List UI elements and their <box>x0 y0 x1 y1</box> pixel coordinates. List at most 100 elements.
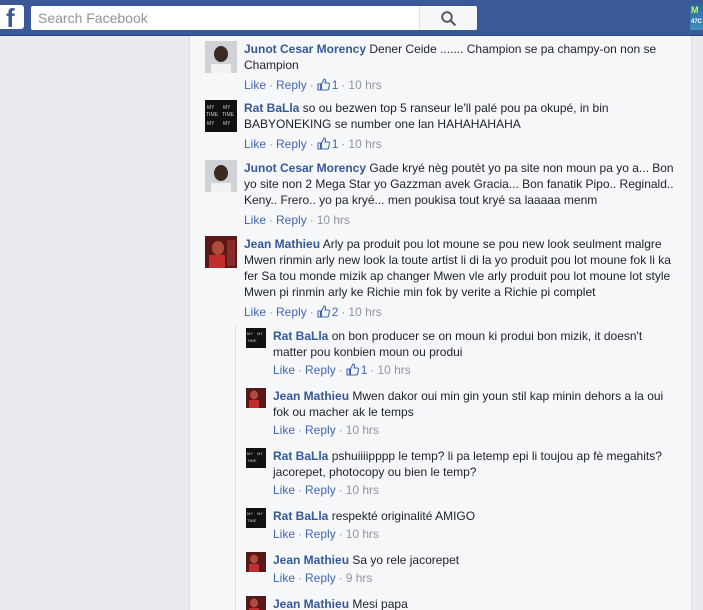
reply-time[interactable]: 10 hrs <box>346 483 379 497</box>
avatar[interactable]: MY MY TIME <box>246 448 266 468</box>
avatar[interactable] <box>205 41 237 73</box>
avatar[interactable]: MY MY TIME <box>246 508 266 528</box>
profile-photo-icon: MY MY TIME <box>246 328 266 348</box>
comment-body: Junot Cesar Morency Gade kryé nèg poutèt… <box>244 160 674 208</box>
svg-text:TIME: TIME <box>206 112 219 118</box>
comments-panel: Junot Cesar Morency Dener Ceide ....... … <box>189 36 692 610</box>
avatar[interactable] <box>246 596 266 610</box>
reply-body: Rat BaLla respekté originalité AMIGO <box>273 508 678 524</box>
reply-actions: Like · Reply · 10 hrs <box>273 423 380 437</box>
avatar[interactable]: MY MY TIME TIME MY MY <box>205 100 237 132</box>
avatar[interactable]: MY MY TIME <box>246 328 266 348</box>
comment-body: Rat BaLla so ou bezwen top 5 ranseur le'… <box>244 100 674 132</box>
avatar[interactable] <box>205 236 237 268</box>
profile-photo-icon <box>205 160 237 192</box>
reply: MY MY TIME Rat BaLla pshuiiiipppp le tem… <box>246 448 686 500</box>
reply: Jean Mathieu Mwen dakor oui min gin youn… <box>246 388 686 440</box>
svg-text:MY: MY <box>247 331 253 336</box>
comment-actions: Like · Reply · 1 · 10 hrs <box>244 137 382 151</box>
profile-photo-icon <box>246 552 266 572</box>
avatar[interactable] <box>246 388 266 408</box>
profile-photo-icon <box>205 236 237 268</box>
like-count[interactable]: 1 <box>317 78 338 92</box>
reply-link[interactable]: Reply <box>305 423 336 437</box>
avatar[interactable] <box>246 552 266 572</box>
thumbs-up-icon <box>346 363 359 376</box>
comment-author[interactable]: Rat BaLla <box>244 101 299 115</box>
reply-time[interactable]: 10 hrs <box>346 423 379 437</box>
reply-link[interactable]: Reply <box>305 363 336 377</box>
reply-link[interactable]: Reply <box>276 213 307 227</box>
reply-time[interactable]: 10 hrs <box>377 363 410 377</box>
profile-photo-icon <box>205 41 237 73</box>
reply-link[interactable]: Reply <box>276 78 307 92</box>
like-link[interactable]: Like <box>244 137 266 151</box>
comment: MY MY TIME TIME MY MY Rat BaLla so ou be… <box>205 100 685 156</box>
svg-text:TIME: TIME <box>247 338 257 343</box>
profile-photo-icon <box>246 388 266 408</box>
like-link[interactable]: Like <box>273 423 295 437</box>
comment-actions: Like · Reply · 1 · 10 hrs <box>244 78 382 92</box>
svg-text:TIME: TIME <box>222 112 235 118</box>
like-link[interactable]: Like <box>244 213 266 227</box>
search-button[interactable] <box>419 6 477 30</box>
facebook-logo[interactable]: f <box>0 3 24 33</box>
svg-text:MY: MY <box>257 331 263 336</box>
svg-text:TIME: TIME <box>247 518 257 523</box>
comment-time[interactable]: 10 hrs <box>348 78 381 92</box>
reply: MY MY TIME Rat BaLla on bon producer se … <box>246 328 686 380</box>
comment-author[interactable]: Junot Cesar Morency <box>244 161 366 175</box>
like-count[interactable]: 1 <box>317 137 338 151</box>
reply-time[interactable]: 9 hrs <box>346 571 373 585</box>
reply-link[interactable]: Reply <box>305 571 336 585</box>
comment: Junot Cesar Morency Gade kryé nèg poutèt… <box>205 160 685 232</box>
svg-text:MY: MY <box>257 511 263 516</box>
like-link[interactable]: Like <box>273 527 295 541</box>
reply-link[interactable]: Reply <box>276 137 307 151</box>
comment-time[interactable]: 10 hrs <box>317 213 350 227</box>
like-count[interactable]: 1 <box>346 363 367 377</box>
reply-link[interactable]: Reply <box>276 305 307 319</box>
like-link[interactable]: Like <box>273 571 295 585</box>
reply: MY MY TIME Rat BaLla respekté originalit… <box>246 508 686 544</box>
comment-time[interactable]: 10 hrs <box>348 137 381 151</box>
svg-text:TIME: TIME <box>247 458 257 463</box>
reply-author[interactable]: Jean Mathieu <box>273 597 349 610</box>
profile-photo-icon: MY MY TIME <box>246 448 266 468</box>
reply-author[interactable]: Rat BaLla <box>273 329 328 343</box>
reply-author[interactable]: Rat BaLla <box>273 449 328 463</box>
search-icon <box>441 11 456 26</box>
search-input[interactable] <box>31 6 436 30</box>
reply-body: Jean Mathieu Mwen dakor oui min gin youn… <box>273 388 678 420</box>
svg-text:MY: MY <box>223 121 231 127</box>
reply-time[interactable]: 10 hrs <box>346 527 379 541</box>
profile-photo-icon: MY MY TIME <box>246 508 266 528</box>
comment-time[interactable]: 10 hrs <box>348 305 381 319</box>
comment-actions: Like · Reply · 10 hrs <box>244 213 351 227</box>
reply-body: Rat BaLla on bon producer se on moun ki … <box>273 328 678 360</box>
like-link[interactable]: Like <box>244 305 266 319</box>
like-link[interactable]: Like <box>273 363 295 377</box>
comment: Junot Cesar Morency Dener Ceide ....... … <box>205 41 685 97</box>
reply-link[interactable]: Reply <box>305 483 336 497</box>
svg-text:MY: MY <box>247 511 253 516</box>
like-link[interactable]: Like <box>244 78 266 92</box>
reply-link[interactable]: Reply <box>305 527 336 541</box>
reply-author[interactable]: Rat BaLla <box>273 509 328 523</box>
reply-text: Mesi papa <box>352 597 408 610</box>
like-count[interactable]: 2 <box>317 305 338 319</box>
like-link[interactable]: Like <box>273 483 295 497</box>
reply-thread-line <box>235 325 236 610</box>
comment-author[interactable]: Jean Mathieu <box>244 237 320 251</box>
corner-badge[interactable]: M 47C <box>690 4 703 30</box>
reply-author[interactable]: Jean Mathieu <box>273 389 349 403</box>
svg-text:MY: MY <box>207 121 215 127</box>
reply: Jean Mathieu Mesi papa <box>246 596 686 610</box>
reply-text: respekté originalité AMIGO <box>331 509 476 523</box>
comment-author[interactable]: Junot Cesar Morency <box>244 42 366 56</box>
comment-text: so ou bezwen top 5 ranseur le'll palé po… <box>244 101 609 131</box>
avatar[interactable] <box>205 160 237 192</box>
svg-text:MY: MY <box>207 105 215 111</box>
reply-author[interactable]: Jean Mathieu <box>273 553 349 567</box>
reply-body: Rat BaLla pshuiiiipppp le temp? li pa le… <box>273 448 678 480</box>
